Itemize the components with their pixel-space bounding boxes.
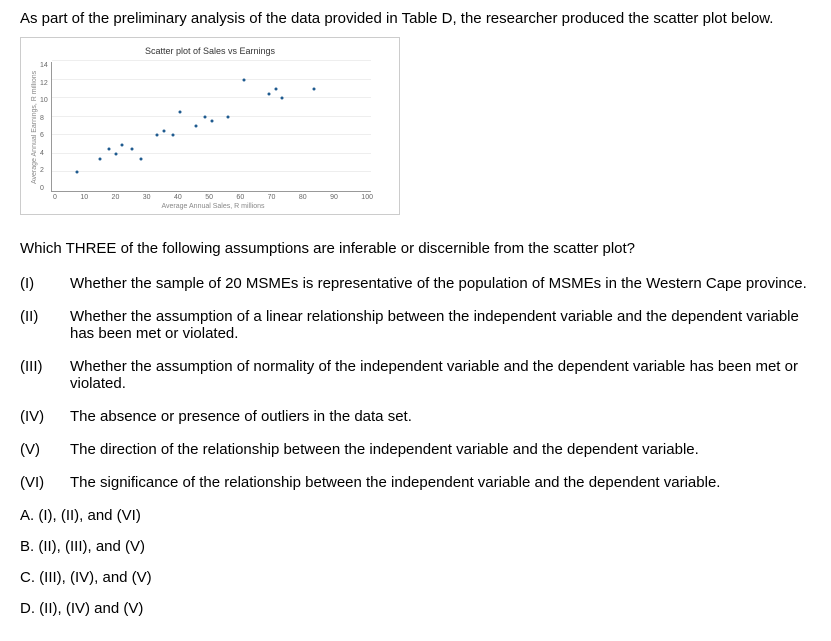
data-point [268, 92, 271, 95]
intro-text: As part of the preliminary analysis of t… [20, 10, 811, 27]
statement-row: (IV)The absence or presence of outliers … [20, 408, 811, 425]
statement-row: (VI)The significance of the relationship… [20, 474, 811, 491]
statement-number: (VI) [20, 474, 70, 491]
xtick-label: 80 [299, 194, 307, 201]
scatter-chart: Scatter plot of Sales vs Earnings Averag… [20, 37, 400, 215]
gridline [52, 153, 371, 154]
data-point [242, 78, 245, 81]
xtick-label: 100 [361, 194, 373, 201]
statement-number: (V) [20, 441, 70, 458]
statement-number: (IV) [20, 408, 70, 425]
statement-row: (II)Whether the assumption of a linear r… [20, 308, 811, 342]
chart-yticks: 0 2 4 6 8 10 12 14 [40, 62, 51, 192]
data-point [204, 115, 207, 118]
xtick-label: 70 [268, 194, 276, 201]
data-point [194, 125, 197, 128]
ytick-label: 14 [40, 62, 48, 69]
chart-ylabel: Average Annual Earnings, R millions [29, 62, 40, 192]
xtick-label: 30 [143, 194, 151, 201]
data-point [313, 87, 316, 90]
answer-option[interactable]: C. (III), (IV), and (V) [20, 569, 811, 586]
gridline [52, 116, 371, 117]
answer-option[interactable]: B. (II), (III), and (V) [20, 538, 811, 555]
data-point [226, 115, 229, 118]
chart-xlabel: Average Annual Sales, R millions [53, 203, 373, 210]
xtick-label: 50 [205, 194, 213, 201]
xtick-label: 40 [174, 194, 182, 201]
statement-number: (II) [20, 308, 70, 342]
answer-option[interactable]: A. (I), (II), and (VI) [20, 507, 811, 524]
data-point [130, 148, 133, 151]
question-text: Which THREE of the following assumptions… [20, 240, 811, 257]
data-point [156, 134, 159, 137]
data-point [178, 111, 181, 114]
gridline [52, 60, 371, 61]
data-point [121, 143, 124, 146]
statement-number: (III) [20, 358, 70, 392]
statement-text: Whether the assumption of a linear relat… [70, 308, 811, 342]
xtick-label: 10 [80, 194, 88, 201]
xtick-label: 90 [330, 194, 338, 201]
data-point [281, 97, 284, 100]
data-point [108, 148, 111, 151]
xtick-label: 20 [112, 194, 120, 201]
data-point [210, 120, 213, 123]
chart-xticks: 0 10 20 30 40 50 60 70 80 90 100 [53, 194, 373, 201]
option-list: A. (I), (II), and (VI) B. (II), (III), an… [20, 507, 811, 617]
chart-plot-area [51, 62, 371, 192]
ytick-label: 12 [40, 80, 48, 87]
gridline [52, 134, 371, 135]
ytick-label: 8 [40, 115, 48, 122]
chart-title: Scatter plot of Sales vs Earnings [29, 46, 391, 56]
data-point [162, 129, 165, 132]
statement-text: Whether the assumption of normality of t… [70, 358, 811, 392]
ytick-label: 6 [40, 132, 48, 139]
xtick-label: 0 [53, 194, 57, 201]
gridline [52, 171, 371, 172]
statement-row: (V)The direction of the relationship bet… [20, 441, 811, 458]
statement-text: The absence or presence of outliers in t… [70, 408, 811, 425]
statement-text: The direction of the relationship betwee… [70, 441, 811, 458]
data-point [76, 171, 79, 174]
statement-row: (III)Whether the assumption of normality… [20, 358, 811, 392]
ytick-label: 2 [40, 167, 48, 174]
statement-text: Whether the sample of 20 MSMEs is repres… [70, 275, 811, 292]
data-point [274, 87, 277, 90]
statement-text: The significance of the relationship bet… [70, 474, 811, 491]
data-point [140, 157, 143, 160]
ytick-label: 10 [40, 97, 48, 104]
data-point [98, 157, 101, 160]
xtick-label: 60 [236, 194, 244, 201]
ytick-label: 0 [40, 185, 48, 192]
ytick-label: 4 [40, 150, 48, 157]
data-point [114, 152, 117, 155]
gridline [52, 79, 371, 80]
gridline [52, 97, 371, 98]
data-point [172, 134, 175, 137]
statement-list: (I)Whether the sample of 20 MSMEs is rep… [20, 275, 811, 491]
statement-row: (I)Whether the sample of 20 MSMEs is rep… [20, 275, 811, 292]
statement-number: (I) [20, 275, 70, 292]
answer-option[interactable]: D. (II), (IV) and (V) [20, 600, 811, 617]
